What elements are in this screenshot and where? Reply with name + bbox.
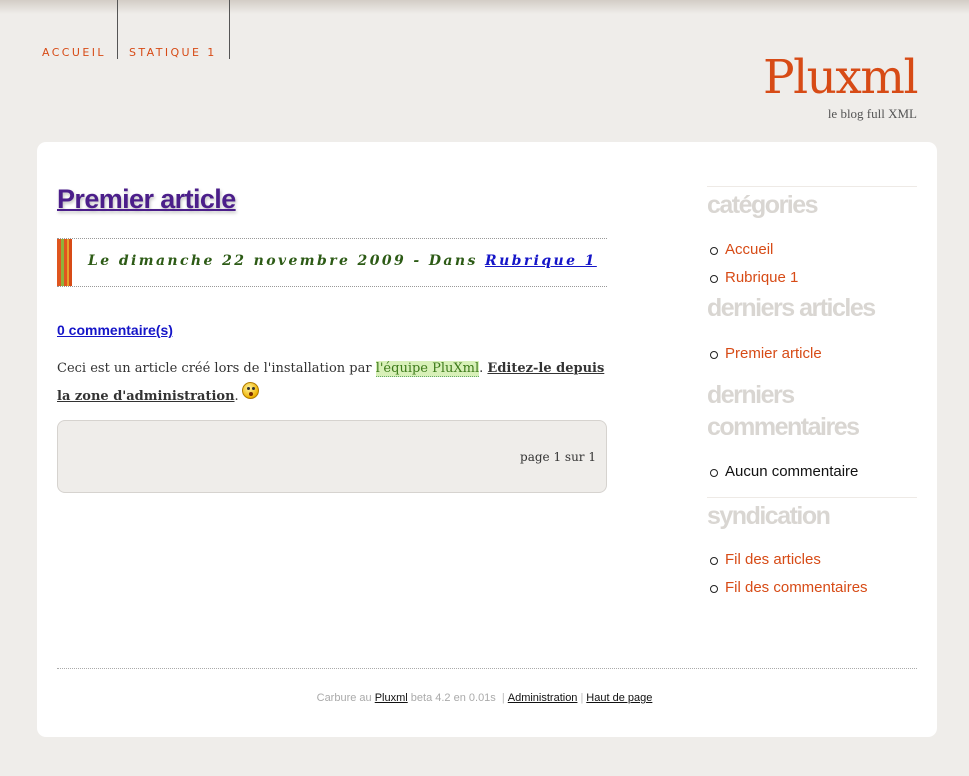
article-meta: Le dimanche 22 novembre 2009 - Dans Rubr… bbox=[57, 238, 607, 287]
category-list: Accueil Rubrique 1 bbox=[707, 236, 917, 292]
footer-pluxml-link[interactable]: Pluxml bbox=[375, 692, 408, 704]
content-text: . bbox=[234, 389, 239, 404]
sidebar-section-recent-comments: derniers commentaires Aucun commentaire bbox=[707, 379, 917, 486]
meta-color-bar bbox=[57, 239, 72, 286]
article-content: Ceci est un article créé lors de l'insta… bbox=[57, 355, 612, 411]
nav-item-accueil[interactable]: ACCUEIL bbox=[42, 0, 106, 59]
article-date: Le dimanche 22 novembre 2009 - Dans bbox=[88, 253, 486, 269]
site-title-link[interactable]: Pluxml bbox=[763, 52, 919, 104]
site-description: le blog full XML bbox=[827, 106, 917, 121]
sidebar-item-premier-article[interactable]: Premier article bbox=[707, 340, 917, 368]
site-header: Pluxml le blog full XML bbox=[763, 52, 919, 122]
sidebar: catégories Accueil Rubrique 1 derniers a… bbox=[707, 186, 917, 602]
footer-separator: | bbox=[580, 692, 584, 704]
syndication-list: Fil des articles Fil des commentaires bbox=[707, 546, 917, 602]
surprised-smiley-icon bbox=[241, 382, 259, 399]
pluxml-team-link[interactable]: l'équipe PluXml bbox=[375, 361, 480, 377]
footer-version-text: beta 4.2 en 0.01s bbox=[407, 692, 499, 704]
footer-admin-link[interactable]: Administration bbox=[508, 692, 578, 704]
article-date-line: Le dimanche 22 novembre 2009 - Dans Rubr… bbox=[88, 253, 597, 269]
nav-item-statique-1[interactable]: STATIQUE 1 bbox=[129, 0, 217, 59]
sidebar-title-categories: catégories bbox=[707, 191, 819, 219]
footer-separator: | bbox=[501, 692, 505, 704]
sidebar-title-syndication: syndication bbox=[707, 502, 831, 530]
recent-articles-list: Premier article bbox=[707, 340, 917, 368]
nav-separator bbox=[117, 0, 118, 59]
sidebar-item-articles-feed[interactable]: Fil des articles bbox=[707, 546, 917, 574]
footer-divider bbox=[57, 668, 917, 669]
sidebar-section-syndication: syndication Fil des articles Fil des com… bbox=[707, 497, 917, 602]
sidebar-item-comments-feed[interactable]: Fil des commentaires bbox=[707, 574, 917, 602]
pagination-box: page 1 sur 1 bbox=[57, 420, 607, 493]
pagination-status: page 1 sur 1 bbox=[520, 450, 596, 464]
footer-top-link[interactable]: Haut de page bbox=[586, 692, 652, 704]
sidebar-item-no-comment: Aucun commentaire bbox=[707, 458, 917, 486]
sidebar-section-categories: catégories Accueil Rubrique 1 bbox=[707, 186, 917, 292]
footer: Carbure au Pluxml beta 4.2 en 0.01s | Adm… bbox=[0, 692, 969, 704]
footer-powered-text: Carbure au bbox=[316, 692, 375, 704]
article-title-link[interactable]: Premier article bbox=[57, 184, 236, 215]
sidebar-item-rubrique-1[interactable]: Rubrique 1 bbox=[707, 264, 917, 292]
sidebar-item-accueil[interactable]: Accueil bbox=[707, 236, 917, 264]
sidebar-title-recent-comments: derniers commentaires bbox=[707, 381, 860, 441]
recent-comments-list: Aucun commentaire bbox=[707, 458, 917, 486]
category-link[interactable]: Rubrique 1 bbox=[485, 253, 597, 269]
sidebar-title-recent-articles: derniers articles bbox=[707, 294, 876, 322]
content-text: Ceci est un article créé lors de l'insta… bbox=[57, 361, 376, 376]
sidebar-section-recent-articles: derniers articles Premier article bbox=[707, 292, 917, 368]
nav-separator bbox=[229, 0, 230, 59]
comments-count-link[interactable]: 0 commentaire(s) bbox=[57, 322, 173, 338]
